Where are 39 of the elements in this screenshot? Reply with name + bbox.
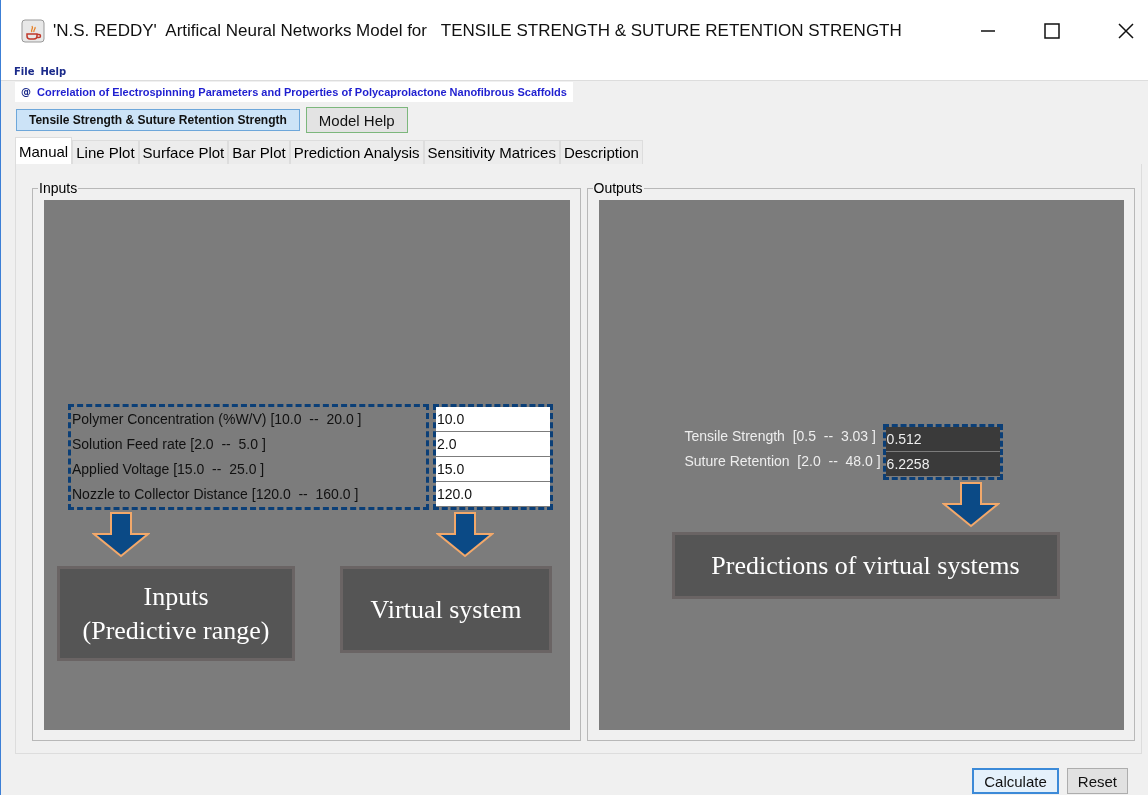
model-button[interactable]: Model Help: [305, 107, 408, 133]
group-title: Inputs: [38, 180, 79, 196]
callout: Inputs (Predictive range): [57, 566, 295, 661]
menu-item[interactable]: File: [14, 65, 35, 77]
tab[interactable]: Line Plot: [72, 140, 139, 164]
down-arrow-icon: [436, 512, 494, 558]
input-label: Applied Voltage [15.0 -- 25.0 ]: [72, 460, 265, 479]
at-sign: @: [21, 86, 31, 97]
input-label: Polymer Concentration (%W/V) [10.0 -- 20.0 ]: [72, 410, 362, 429]
input-field[interactable]: 2.0: [436, 432, 550, 456]
group-title: Outputs: [592, 180, 644, 196]
app-icon: [21, 19, 45, 43]
output-label: Suture Retention [2.0 -- 48.0 ]: [684, 452, 881, 471]
maximize-icon[interactable]: [1042, 21, 1062, 41]
banner-text: Correlation of Electrospinning Parameters and Properties of Polycaprolactone Nanofibrous Scaffolds: [37, 85, 567, 98]
tab[interactable]: Description: [559, 140, 643, 164]
input-field[interactable]: 15.0: [436, 457, 550, 481]
tab[interactable]: Sensitivity Matrices: [423, 140, 560, 164]
close-icon[interactable]: [1116, 21, 1136, 41]
tab[interactable]: Bar Plot: [228, 140, 290, 164]
input-field[interactable]: 120.0: [436, 482, 550, 506]
input-field[interactable]: 10.0: [436, 407, 550, 431]
down-arrow-icon: [941, 482, 1000, 528]
action-button[interactable]: Calculate: [972, 768, 1059, 794]
output-label: Tensile Strength [0.5 -- 3.03 ]: [684, 427, 876, 446]
callout: Predictions of virtual systems: [671, 532, 1060, 599]
input-label: Solution Feed rate [2.0 -- 5.0 ]: [72, 435, 266, 454]
input-label: Nozzle to Collector Distance [120.0 -- 160.0 ]: [72, 485, 359, 504]
tab[interactable]: Manual: [15, 137, 73, 164]
model-button[interactable]: Tensile Strength & Suture Retention Strength: [16, 109, 300, 131]
tab[interactable]: Surface Plot: [138, 140, 229, 164]
output-field[interactable]: 6.2258: [885, 452, 1000, 476]
menu-item[interactable]: Help: [40, 65, 67, 77]
tab[interactable]: Prediction Analysis: [289, 140, 424, 164]
callout: Virtual system: [340, 566, 552, 653]
output-field[interactable]: 0.512: [885, 427, 1000, 451]
window-title: 'N.S. REDDY' Artifical Neural Networks Model for TENSILE STRENGTH & SUTURE RETENTION STRENGTH: [53, 21, 903, 41]
action-button[interactable]: Reset: [1066, 768, 1128, 794]
down-arrow-icon: [92, 512, 150, 558]
